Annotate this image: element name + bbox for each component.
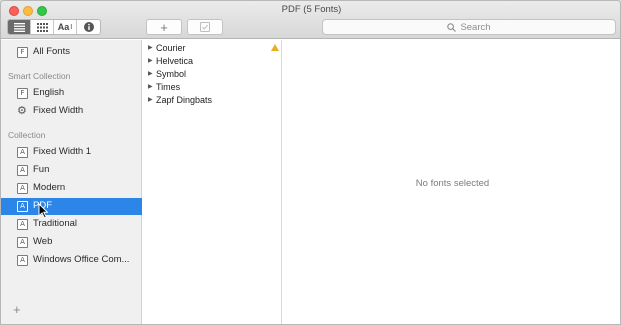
font-family-name: Helvetica — [156, 55, 194, 66]
disclosure-triangle-icon[interactable]: ▶ — [148, 57, 156, 64]
empty-state-message: No fonts selected — [415, 178, 490, 189]
smart-collection-header: Smart Collection — [8, 71, 71, 81]
font-book-window: PDF (5 Fonts) Aa I + Search F All Fonts … — [0, 0, 621, 325]
font-family-row[interactable]: ▶ Courier — [148, 41, 186, 54]
sidebar-item-label: Windows Office Com... — [33, 254, 130, 265]
mouse-pointer-icon — [38, 203, 48, 219]
disclosure-triangle-icon[interactable]: ▶ — [148, 96, 156, 103]
font-collection-icon: A — [17, 237, 28, 248]
font-collection-icon: A — [17, 147, 28, 158]
add-collection-button[interactable]: + — [13, 302, 21, 317]
info-button[interactable] — [77, 20, 100, 34]
sidebar-item-label: All Fonts — [33, 46, 70, 57]
search-field[interactable]: Search — [322, 19, 616, 35]
font-file-icon: F — [17, 88, 28, 99]
font-family-row[interactable]: ▶ Zapf Dingbats — [148, 93, 212, 106]
sidebar-item-label: Fixed Width — [33, 105, 84, 116]
sidebar-item-label: Traditional — [33, 218, 78, 229]
sidebar-item-all-fonts[interactable]: F All Fonts — [1, 44, 142, 61]
disclosure-triangle-icon[interactable]: ▶ — [148, 70, 156, 77]
validate-font-button[interactable] — [187, 19, 223, 35]
font-collection-icon: A — [17, 255, 28, 266]
sidebar-item-label: Fun — [33, 164, 50, 175]
sidebar-item-label: Modern — [33, 182, 66, 193]
text-cursor-icon: I — [70, 23, 73, 31]
info-icon — [83, 22, 94, 32]
sample-text-icon: Aa — [57, 22, 70, 32]
sidebar-item-windows-office-compatible[interactable]: A Windows Office Com... — [1, 252, 142, 269]
font-file-icon: F — [17, 47, 28, 58]
font-preview-pane: No fonts selected — [283, 40, 620, 324]
search-placeholder: Search — [460, 21, 491, 33]
disclosure-triangle-icon[interactable]: ▶ — [148, 83, 156, 90]
view-mode-segmented-control[interactable]: Aa I — [7, 19, 101, 35]
sidebar-item-modern[interactable]: A Modern — [1, 180, 142, 197]
checkbox-icon — [200, 22, 210, 32]
warning-icon[interactable] — [271, 44, 279, 51]
list-view-icon — [13, 22, 25, 32]
font-family-name: Courier — [156, 42, 186, 53]
font-family-row[interactable]: ▶ Helvetica — [148, 54, 193, 67]
font-family-name: Symbol — [156, 68, 187, 79]
disclosure-triangle-icon[interactable]: ▶ — [148, 44, 156, 51]
sidebar-item-label: Web — [33, 236, 53, 247]
font-collection-icon: A — [17, 183, 28, 194]
list-view-button[interactable] — [8, 20, 31, 34]
add-font-button[interactable]: + — [146, 19, 182, 35]
sidebar-item-web[interactable]: A Web — [1, 234, 142, 251]
sidebar-item-label: English — [33, 87, 65, 98]
sidebar-item-traditional[interactable]: A Traditional — [1, 216, 142, 233]
grid-view-button[interactable] — [31, 20, 54, 34]
font-family-name: Zapf Dingbats — [156, 94, 213, 105]
window-title: PDF (5 Fonts) — [281, 4, 342, 15]
sample-text-button[interactable]: Aa I — [54, 20, 77, 34]
sidebar-item-english[interactable]: F English — [1, 85, 142, 102]
sidebar-item-label: Fixed Width 1 — [33, 146, 92, 157]
collections-sidebar: F All Fonts Smart Collection F English ⚙… — [1, 40, 142, 324]
font-collection-icon: A — [17, 201, 28, 212]
search-icon — [447, 22, 457, 32]
sidebar-item-fixed-width[interactable]: ⚙ Fixed Width — [1, 103, 142, 120]
grid-view-icon — [36, 22, 48, 32]
font-collection-icon: A — [17, 165, 28, 176]
sidebar-item-pdf[interactable]: A PDF — [1, 198, 142, 215]
font-family-name: Times — [156, 81, 181, 92]
sidebar-item-fixed-width-1[interactable]: A Fixed Width 1 — [1, 144, 142, 161]
plus-icon: + — [160, 19, 168, 35]
font-collection-icon: A — [17, 219, 28, 230]
font-family-row[interactable]: ▶ Symbol — [148, 67, 186, 80]
font-family-row[interactable]: ▶ Times — [148, 80, 180, 93]
font-family-list: ▶ Courier ▶ Helvetica ▶ Symbol ▶ Times ▶… — [143, 40, 282, 324]
sidebar-item-fun[interactable]: A Fun — [1, 162, 142, 179]
gear-icon: ⚙ — [17, 105, 27, 117]
title-bar: PDF (5 Fonts) Aa I + Search — [1, 1, 620, 39]
collection-header: Collection — [8, 130, 46, 140]
